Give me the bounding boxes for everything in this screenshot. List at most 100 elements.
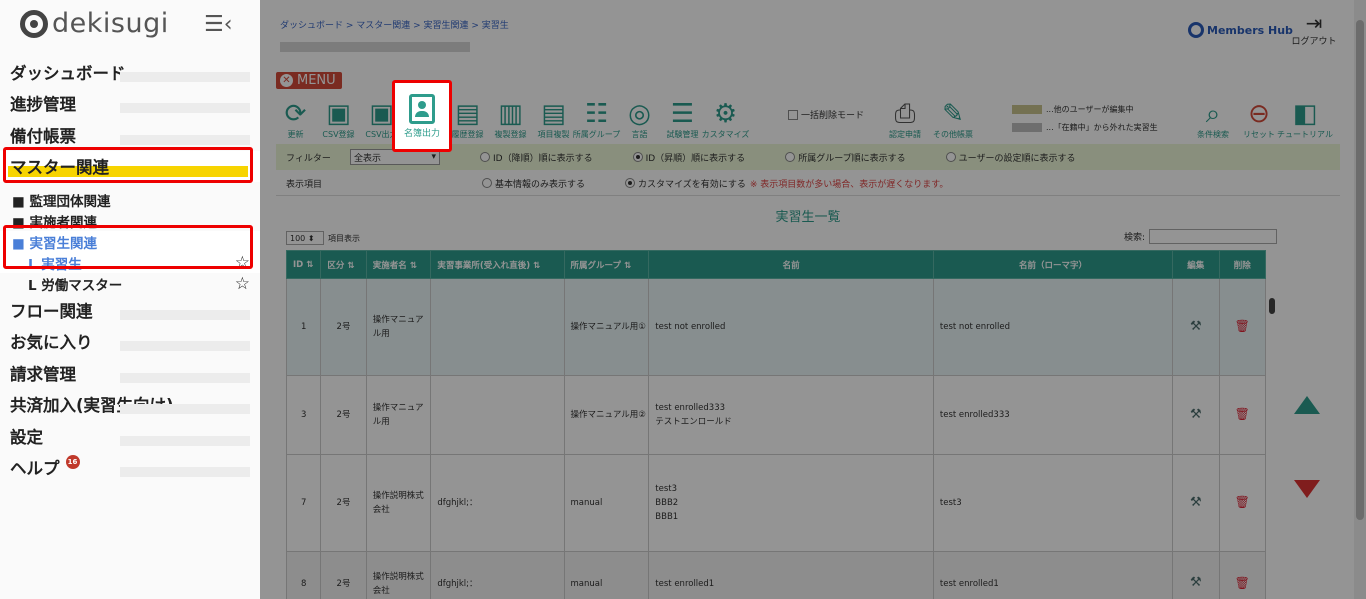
col-edit: 編集 (1172, 250, 1220, 279)
legend-not-enrolled: ...「在籍中」から外れた実習生 (1012, 118, 1158, 136)
list-icon: ☰ (670, 99, 695, 129)
col-group[interactable]: 所属グループ ⇅ (563, 250, 650, 279)
display-bar: 表示項目 基本情報のみ表示する カスタマイズを有効にする ※ 表示項目数が多い場… (276, 174, 1340, 192)
display-warning: ※ 表示項目数が多い場合、表示が遅くなります。 (749, 179, 949, 190)
trainee-list-panel: 実習生一覧 100 ⬍ 項目表示 検索: ID ⇅ 区分 ⇅ 実施者名 ⇅ 実習… (276, 195, 1340, 599)
members-hub-icon (1188, 22, 1204, 38)
col-office[interactable]: 実習事業所(受入れ直後) ⇅ (430, 250, 565, 279)
duplicate-register-button[interactable]: ▥ 複製登録 (489, 92, 532, 140)
certification-button[interactable]: ⎙ 認定申請 (882, 92, 928, 140)
highlight-trainee (3, 225, 253, 269)
panel-title: 実習生一覧 (775, 210, 841, 225)
clipboard-icon: ▤ (455, 99, 480, 129)
sidebar-nav: ダッシュボード 進捗管理 備付帳票 マスター関連 ■ 監理団体関連 ■ 実施者関… (0, 56, 260, 483)
highlight-master (3, 147, 253, 183)
legend: ...他のユーザーが編集中 ...「在籍中」から外れた実習生 (1012, 100, 1158, 136)
sidebar-sub-supervising[interactable]: ■ 監理団体関連 (0, 189, 260, 210)
roster-export-button[interactable]: 名簿出力 (392, 80, 452, 152)
customize-button[interactable]: ⚙ カスタマイズ (702, 92, 750, 140)
sidebar-item-ledger[interactable]: 備付帳票 (0, 119, 260, 151)
breadcrumb[interactable]: ダッシュボード > マスター関連 > 実習生関連 > 実習生 (280, 18, 509, 31)
menu-collapse-icon[interactable]: ☰‹ (204, 12, 233, 37)
col-company[interactable]: 実施者名 ⇅ (365, 250, 432, 279)
trash-icon[interactable]: 🗑 (1235, 407, 1250, 421)
item-duplicate-button[interactable]: ▤ 項目複製 (532, 92, 575, 140)
bulk-delete-checkbox[interactable] (788, 109, 798, 120)
sidebar-item-billing[interactable]: 請求管理 (0, 357, 260, 389)
page-scrollbar[interactable] (1354, 0, 1366, 599)
language-button[interactable]: ◎ 言語 (618, 92, 661, 140)
scroll-down-arrow-icon[interactable] (1294, 480, 1320, 498)
scroll-up-arrow-icon[interactable] (1294, 396, 1320, 414)
edit-icon[interactable]: ⚒ (1190, 575, 1202, 590)
sidebar-item-favorites[interactable]: お気に入り (0, 326, 260, 358)
gear-icon: ⚙ (713, 99, 738, 129)
trainee-table: ID ⇅ 区分 ⇅ 実施者名 ⇅ 実習事業所(受入れ直後) ⇅ 所属グループ ⇅… (285, 250, 1267, 599)
edit-icon[interactable]: ⚒ (1190, 319, 1202, 334)
table-row[interactable]: 1 2号 操作マニュアル用 操作マニュアル用① test not enrolle… (285, 278, 1267, 376)
sidebar-item-insurance[interactable]: 共済加入(実習生向け) (0, 389, 260, 421)
trash-icon[interactable]: 🗑 (1235, 576, 1250, 590)
reset-button[interactable]: ⊖ リセット (1236, 92, 1282, 140)
radio-id-asc[interactable]: ID（昇順）順に表示する (632, 151, 745, 164)
help-badge: 16 (65, 455, 80, 470)
sidebar-item-progress[interactable]: 進捗管理 (0, 88, 260, 120)
legend-editing: ...他のユーザーが編集中 (1012, 100, 1158, 118)
members-hub-link[interactable]: Members Hub (1188, 22, 1293, 38)
printer-icon: ⎙ (894, 99, 916, 129)
logo-text: dekisugi (52, 8, 169, 39)
sidebar-item-help[interactable]: ヘルプ 16 (0, 452, 260, 484)
filter-label: フィルター (286, 153, 331, 164)
radio-id-desc[interactable]: ID（降順）順に表示する (480, 151, 593, 164)
edit-icon[interactable]: ⚒ (1190, 495, 1202, 510)
logo-icon (20, 9, 48, 38)
csv-import-button[interactable]: ▣ CSV登録 (317, 92, 360, 140)
reset-icon: ⊖ (1248, 99, 1270, 129)
col-roman[interactable]: 名前（ローマ字） (932, 250, 1174, 279)
dekisugi-logo[interactable]: dekisugi (20, 8, 169, 39)
sidebar: dekisugi ☰‹ ダッシュボード 進捗管理 備付帳票 マスター関連 ■ 監… (0, 0, 260, 599)
group-button[interactable]: ☷ 所属グループ (573, 92, 621, 140)
favorite-star-icon[interactable]: ☆ (235, 274, 250, 294)
exam-button[interactable]: ☰ 試験管理 (661, 92, 704, 140)
tutorial-button[interactable]: ◧ チュートリアル (1277, 92, 1333, 140)
group-icon: ☷ (584, 99, 609, 129)
refresh-icon: ⟳ (284, 99, 307, 129)
search-input[interactable] (1149, 229, 1278, 244)
col-kubun[interactable]: 区分 ⇅ (320, 250, 367, 279)
radio-user-order[interactable]: ユーザーの設定順に表示する (945, 151, 1075, 164)
table-row[interactable]: 3 2号 操作マニュアル用 操作マニュアル用② test enrolled333… (285, 375, 1267, 455)
document-icon: ▤ (541, 99, 566, 129)
radio-group-order[interactable]: 所属グループ順に表示する (785, 151, 906, 164)
sidebar-item-flow[interactable]: フロー関連 (0, 294, 260, 326)
beginner-mark-icon: ◧ (1292, 99, 1318, 129)
page-length-select[interactable]: 100 ⬍ (286, 231, 324, 245)
edit-icon[interactable]: ⚒ (1190, 407, 1202, 422)
history-register-button[interactable]: ▤ 履歴登録 (446, 92, 489, 140)
col-delete: 削除 (1218, 250, 1267, 279)
condition-search-button[interactable]: ⌕ 条件検索 (1190, 92, 1236, 140)
table-search: 検索: (1124, 229, 1278, 244)
close-icon: ✕ (280, 74, 293, 87)
search-icon: ⌕ (1205, 99, 1221, 129)
table-row[interactable]: 7 2号 操作説明株式会社 dfghjkl;： manual test3 BBB2… (285, 454, 1267, 552)
col-id[interactable]: ID ⇅ (285, 250, 322, 279)
col-name[interactable]: 名前 (648, 250, 934, 279)
other-forms-button[interactable]: ✎ その他帳票 (930, 92, 976, 140)
chevron-down-icon: ▾ (431, 152, 436, 162)
sidebar-sub-labor-master[interactable]: L 労働マスター ☆ (0, 273, 260, 294)
sidebar-item-settings[interactable]: 設定 (0, 420, 260, 452)
radio-customize[interactable]: カスタマイズを有効にする (625, 177, 746, 190)
trash-icon[interactable]: 🗑 (1235, 495, 1250, 509)
table-scrollbar[interactable] (1268, 290, 1276, 590)
sidebar-item-dashboard[interactable]: ダッシュボード (0, 56, 260, 88)
table-row[interactable]: 8 2号 操作説明株式会社 dfghjkl;： manual test enro… (285, 551, 1267, 599)
refresh-button[interactable]: ⟳ 更新 (274, 92, 317, 140)
radio-basic-only[interactable]: 基本情報のみ表示する (482, 177, 585, 190)
menu-button[interactable]: ✕ MENU (276, 72, 342, 89)
bulk-delete-toggle[interactable]: 一括削除モード (788, 108, 864, 121)
toolbar: ⟳ 更新 ▣ CSV登録 ▣ CSV出力 ▤ 履歴登録 ▥ 複製登録 ▤ 項目複製 ☷ 所属グ… (274, 92, 750, 140)
logout-button[interactable]: ⇥ ログアウト (1290, 12, 1338, 47)
csv-export-icon: ▣ (369, 99, 394, 129)
trash-icon[interactable]: 🗑 (1235, 319, 1250, 333)
